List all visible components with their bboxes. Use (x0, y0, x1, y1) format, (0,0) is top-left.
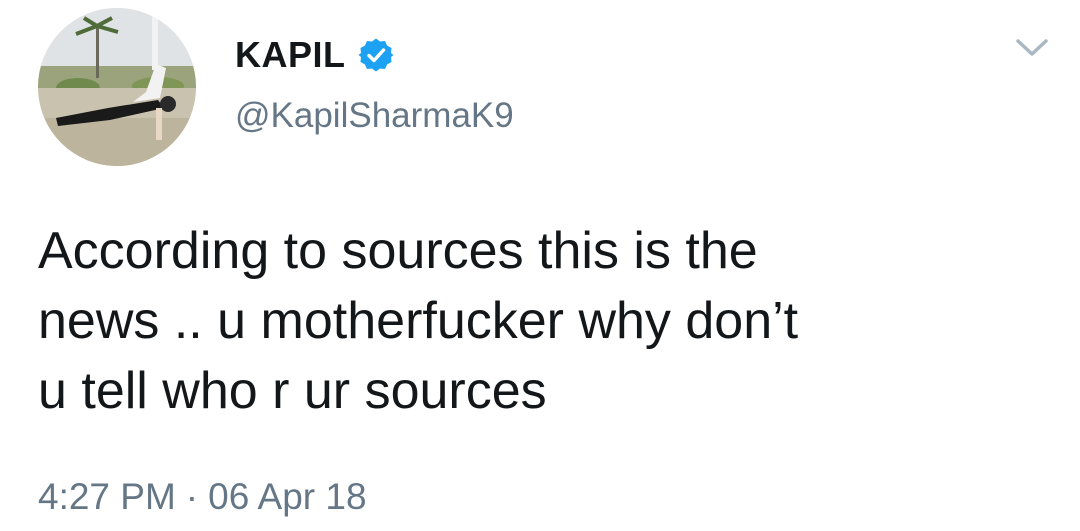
author-handle[interactable]: @KapilSharmaK9 (235, 95, 514, 137)
profile-photo-icon (38, 8, 196, 166)
avatar[interactable] (38, 8, 196, 166)
tweet-timestamp[interactable]: 4:27 PM · 06 Apr 18 (38, 474, 367, 520)
author-row: KAPIL (235, 33, 394, 77)
tweet-text: According to sources this is the news ..… (38, 222, 799, 420)
chevron-down-icon[interactable] (1012, 34, 1052, 62)
tweet-time: 4:27 PM (38, 476, 176, 517)
timestamp-separator: · (185, 476, 199, 517)
verified-badge-icon (358, 37, 394, 73)
tweet-date: 06 Apr 18 (208, 476, 367, 517)
tweet-card: KAPIL @KapilSharmaK9 According to source… (0, 0, 1080, 531)
author-display-name[interactable]: KAPIL (235, 33, 346, 77)
